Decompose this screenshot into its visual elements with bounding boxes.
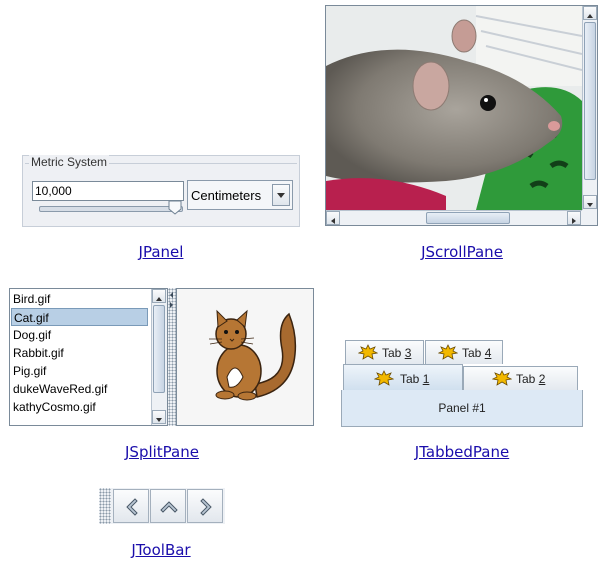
jscrollpane-link[interactable]: JScrollPane bbox=[402, 243, 522, 261]
file-list[interactable]: Bird.gif Cat.gif Dog.gif Rabbit.gif Pig.… bbox=[9, 288, 168, 426]
list-item[interactable]: Bird.gif bbox=[11, 290, 148, 308]
jscrollpane-demo bbox=[325, 5, 598, 226]
tab-mnemonic: 2 bbox=[538, 372, 546, 386]
jtoolbar-link[interactable]: JToolBar bbox=[111, 541, 211, 559]
scroll-down-icon[interactable] bbox=[152, 410, 166, 424]
star-burst-icon bbox=[492, 370, 512, 386]
scroll-down-icon[interactable] bbox=[583, 195, 597, 209]
back-icon bbox=[126, 498, 138, 516]
jtoolbar-demo bbox=[99, 488, 225, 524]
scroll-left-icon[interactable] bbox=[326, 211, 340, 225]
scroll-up-icon[interactable] bbox=[152, 289, 166, 303]
cat-image-panel bbox=[176, 288, 314, 426]
tab-label: Tab bbox=[400, 372, 423, 386]
up-icon bbox=[160, 501, 178, 513]
tab-1[interactable]: Tab 1 bbox=[343, 364, 463, 391]
scroll-up-icon[interactable] bbox=[583, 6, 597, 20]
tab-mnemonic: 4 bbox=[484, 346, 492, 360]
tab-label: Tab bbox=[516, 372, 539, 386]
vertical-scroll-thumb[interactable] bbox=[584, 22, 596, 180]
star-burst-icon bbox=[438, 344, 458, 360]
tab-mnemonic: 3 bbox=[404, 346, 412, 360]
tab-2[interactable]: Tab 2 bbox=[463, 366, 578, 390]
list-item[interactable]: dukeWaveRed.gif bbox=[11, 380, 148, 398]
list-scrollbar[interactable] bbox=[151, 289, 167, 425]
tab-3[interactable]: Tab 3 bbox=[345, 340, 424, 364]
list-item[interactable]: Dog.gif bbox=[11, 326, 148, 344]
jpanel-demo: Metric System 10,000 Centimeters bbox=[22, 155, 300, 227]
tab-content-panel: Panel #1 bbox=[341, 390, 583, 427]
scroll-corner bbox=[582, 210, 597, 225]
list-scroll-thumb[interactable] bbox=[153, 305, 165, 393]
metric-value-input[interactable]: 10,000 bbox=[32, 181, 184, 201]
list-item-selected[interactable]: Cat.gif bbox=[11, 308, 148, 326]
forward-icon bbox=[200, 498, 212, 516]
up-button[interactable] bbox=[150, 489, 186, 523]
jpanel-link[interactable]: JPanel bbox=[111, 243, 211, 261]
forward-button[interactable] bbox=[187, 489, 223, 523]
tab-label: Tab bbox=[382, 346, 405, 360]
horizontal-scroll-thumb[interactable] bbox=[426, 212, 510, 224]
jtabbedpane-demo: Tab 3 Tab 4 Tab 1 Tab 2 Panel #1 bbox=[341, 336, 583, 427]
cat-illustration bbox=[209, 309, 297, 401]
mouse-photo bbox=[326, 6, 582, 210]
vertical-scrollbar[interactable] bbox=[582, 6, 597, 210]
list-item[interactable]: kathyCosmo.gif bbox=[11, 398, 148, 416]
star-burst-icon bbox=[358, 344, 378, 360]
jtabbedpane-link[interactable]: JTabbedPane bbox=[402, 443, 522, 461]
tab-4[interactable]: Tab 4 bbox=[425, 340, 503, 364]
metric-system-legend: Metric System bbox=[29, 155, 110, 169]
list-item[interactable]: Pig.gif bbox=[11, 362, 148, 380]
tab-mnemonic: 1 bbox=[422, 372, 430, 386]
jsplitpane-demo: Bird.gif Cat.gif Dog.gif Rabbit.gif Pig.… bbox=[9, 288, 314, 426]
back-button[interactable] bbox=[113, 489, 149, 523]
horizontal-scrollbar[interactable] bbox=[326, 210, 582, 225]
slider-thumb[interactable] bbox=[168, 200, 182, 215]
list-item[interactable]: Rabbit.gif bbox=[11, 344, 148, 362]
scroll-right-icon[interactable] bbox=[567, 211, 581, 225]
split-divider[interactable] bbox=[168, 288, 176, 426]
tab-label: Tab bbox=[462, 346, 485, 360]
unit-combo-box[interactable]: Centimeters bbox=[187, 180, 293, 210]
panel-label: Panel #1 bbox=[438, 401, 486, 415]
unit-selected-value: Centimeters bbox=[191, 188, 262, 203]
star-burst-icon bbox=[374, 370, 394, 386]
jsplitpane-link[interactable]: JSplitPane bbox=[112, 443, 212, 461]
metric-slider[interactable] bbox=[39, 206, 183, 212]
toolbar-grip[interactable] bbox=[99, 488, 111, 524]
chevron-down-icon[interactable] bbox=[272, 184, 290, 206]
